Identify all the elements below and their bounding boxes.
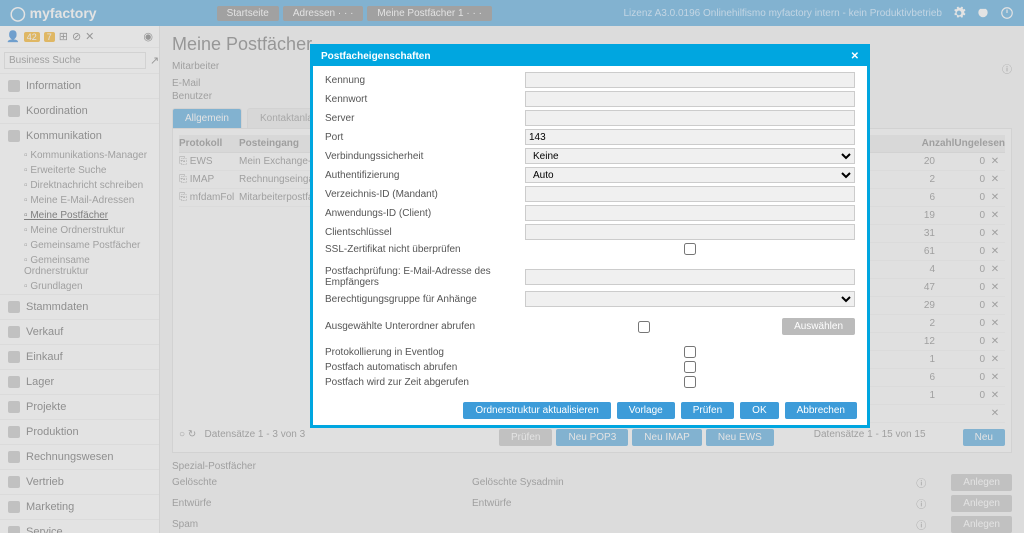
field-label: Port: [325, 132, 525, 143]
close-icon[interactable]: ✕: [851, 51, 859, 62]
field-server[interactable]: [525, 110, 855, 126]
auswaehlen-button[interactable]: Auswählen: [782, 318, 855, 335]
field-label: Clientschlüssel: [325, 227, 525, 238]
field-label: Anwendungs-ID (Client): [325, 208, 525, 219]
modal-title: Postfacheigenschaften: [321, 51, 430, 62]
field-kennung[interactable]: [525, 72, 855, 88]
field-label: Berechtigungsgruppe für Anhänge: [325, 294, 525, 305]
field-label: Verzeichnis-ID (Mandant): [325, 189, 525, 200]
ok-button[interactable]: OK: [740, 402, 778, 419]
field-protokollierung-in-eventlog[interactable]: [684, 346, 696, 358]
field-label: Postfachprüfung: E-Mail-Adresse des Empf…: [325, 266, 525, 288]
field-label: Postfach automatisch abrufen: [325, 362, 525, 373]
field-ausgew-hlte-unterordner-abrufen[interactable]: [638, 321, 650, 333]
field-verbindungssicherheit[interactable]: Keine: [525, 148, 855, 164]
field-postfach-wird-zur-zeit-abgerufen[interactable]: [684, 376, 696, 388]
field-label: Server: [325, 113, 525, 124]
field-verzeichnis-id-mandant-[interactable]: [525, 186, 855, 202]
field-anwendungs-id-client-[interactable]: [525, 205, 855, 221]
field-ssl-zertifikat-nicht-berpr-fen[interactable]: [684, 243, 696, 255]
field-port[interactable]: [525, 129, 855, 145]
field-label: Postfach wird zur Zeit abgerufen: [325, 377, 525, 388]
field-clientschl-ssel[interactable]: [525, 224, 855, 240]
field-label: Ausgewählte Unterordner abrufen: [325, 321, 525, 332]
modal-postfacheigenschaften: Postfacheigenschaften ✕ Kennung Kennwort Se…: [310, 44, 870, 428]
field-label: Verbindungssicherheit: [325, 151, 525, 162]
field-postfach-automatisch-abrufen[interactable]: [684, 361, 696, 373]
abbrechen-button[interactable]: Abbrechen: [785, 402, 857, 419]
ordnerstruktur-aktualisieren-button[interactable]: Ordnerstruktur aktualisieren: [463, 402, 610, 419]
field-label: Kennung: [325, 75, 525, 86]
field-label: SSL-Zertifikat nicht überprüfen: [325, 244, 525, 255]
pruefen-button[interactable]: Prüfen: [681, 402, 734, 419]
field-authentifizierung[interactable]: Auto: [525, 167, 855, 183]
field-label: Kennwort: [325, 94, 525, 105]
field-label: Protokollierung in Eventlog: [325, 347, 525, 358]
field-berechtigungsgruppe-f-r-anh-nge[interactable]: [525, 291, 855, 307]
vorlage-button[interactable]: Vorlage: [617, 402, 675, 419]
field-postfachpr-fung-e-mail-adresse-des-empf-ngers[interactable]: [525, 269, 855, 285]
field-kennwort[interactable]: [525, 91, 855, 107]
field-label: Authentifizierung: [325, 170, 525, 181]
